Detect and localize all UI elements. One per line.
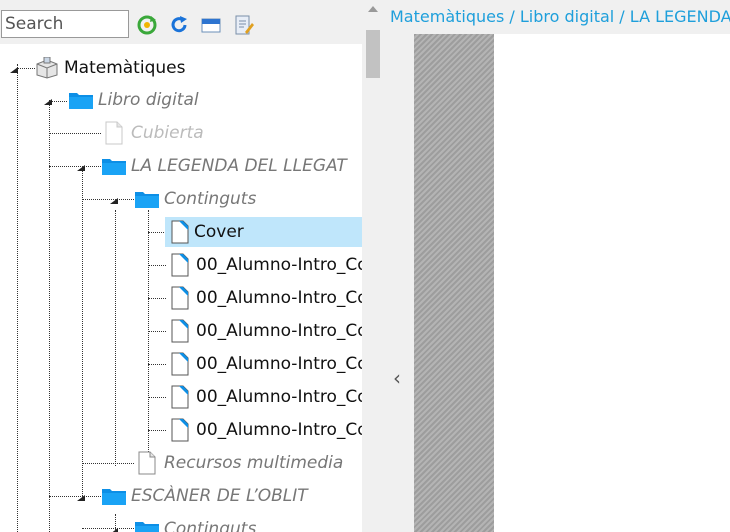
tree-node-document[interactable]: 00_Alumno-Intro_Co	[165, 316, 362, 346]
content-pane: Matemàtiques / Libro digital / LA LEGEND…	[384, 0, 730, 532]
tree-node-continguts[interactable]: Continguts	[0, 184, 362, 214]
tree-node-recursos[interactable]: Recursos multimedia	[0, 448, 362, 478]
tree-node-label: Recursos multimedia	[164, 453, 344, 473]
page-icon	[171, 319, 189, 343]
tree-node-document[interactable]: 00_Alumno-Intro_Co	[165, 349, 362, 379]
page-icon	[171, 220, 189, 244]
tree-node-label: Matemàtiques	[64, 58, 186, 78]
package-icon	[36, 57, 58, 79]
breadcrumb: Matemàtiques / Libro digital / LA LEGEND…	[384, 0, 730, 34]
tree-node-label: Libro digital	[98, 90, 199, 110]
tree-node-legenda[interactable]: LA LEGENDA DEL LLEGAT	[0, 151, 362, 181]
expand-arrow-icon[interactable]	[110, 528, 118, 532]
tree-node-label: 00_Alumno-Intro_Co	[196, 288, 362, 308]
tree-node-escaner[interactable]: ESCÀNER DE L’OBLIT	[0, 481, 362, 511]
page-icon	[171, 286, 189, 310]
vertical-scrollbar[interactable]	[362, 0, 384, 532]
tree-node-libro-digital[interactable]: Libro digital	[0, 85, 362, 115]
page-background-strip	[414, 34, 494, 532]
tree-connector	[148, 210, 149, 466]
folder-icon	[135, 522, 159, 532]
edit-document-icon[interactable]	[232, 14, 254, 36]
collapse-panel-strip[interactable]: ‹	[384, 34, 414, 532]
tree-connector	[115, 210, 116, 466]
scrollbar-thumb[interactable]	[366, 30, 380, 78]
reload-icon[interactable]	[168, 14, 190, 36]
tree-toolbar	[0, 0, 362, 44]
page-icon	[171, 385, 189, 409]
tree-node-label: Cover	[194, 222, 244, 242]
chevron-left-icon[interactable]: ‹	[393, 366, 401, 390]
tree-connector	[148, 331, 166, 332]
tree-node-label: Continguts	[164, 519, 257, 532]
tree-node-label: LA LEGENDA DEL LLEGAT	[131, 156, 347, 176]
folder-icon	[69, 93, 93, 109]
tree-node-label: Cubierta	[131, 123, 204, 143]
refresh-green-icon[interactable]	[136, 14, 158, 36]
window-icon[interactable]	[200, 14, 222, 36]
expand-arrow-icon[interactable]	[44, 99, 52, 105]
tree-node-document[interactable]: 00_Alumno-Intro_Co	[165, 415, 362, 445]
page-icon	[171, 352, 189, 376]
document-viewer	[494, 34, 730, 532]
tree-view: Matemàtiques Libro digital Cubierta LA L…	[0, 44, 362, 532]
expand-arrow-icon[interactable]	[77, 165, 85, 171]
tree-node-label: ESCÀNER DE L’OBLIT	[131, 486, 308, 506]
app-window: Matemàtiques Libro digital Cubierta	[0, 0, 730, 532]
tree-pane: Matemàtiques Libro digital Cubierta	[0, 0, 384, 532]
page-icon	[171, 418, 189, 442]
expand-arrow-icon[interactable]	[10, 67, 18, 73]
tree-node-label: 00_Alumno-Intro_Co	[196, 354, 362, 374]
tree-node-root[interactable]: Matemàtiques	[0, 53, 362, 83]
tree-connector	[148, 265, 166, 266]
tree-connector	[148, 232, 166, 233]
tree-node-label: 00_Alumno-Intro_Co	[196, 255, 362, 275]
page-icon	[171, 253, 189, 277]
tree-connector	[148, 364, 166, 365]
scroll-up-arrow-icon[interactable]	[368, 6, 378, 12]
page-icon	[105, 121, 123, 145]
tree-node-cover[interactable]: Cover	[165, 217, 362, 247]
expand-arrow-icon[interactable]	[110, 198, 118, 204]
tree-node-label: Continguts	[164, 189, 257, 209]
tree-connector	[148, 298, 166, 299]
tree-node-label: 00_Alumno-Intro_Co	[196, 321, 362, 341]
tree-node-cubierta[interactable]: Cubierta	[0, 118, 362, 148]
tree-node-label: 00_Alumno-Intro_Co	[196, 387, 362, 407]
tree-node-label: 00_Alumno-Intro_Co	[196, 420, 362, 440]
tree-node-document[interactable]: 00_Alumno-Intro_Co	[165, 382, 362, 412]
tree-node-document[interactable]: 00_Alumno-Intro_Co	[165, 250, 362, 280]
tree-node-continguts-2[interactable]: Continguts	[0, 514, 362, 532]
page-icon	[138, 451, 156, 475]
folder-icon	[135, 192, 159, 208]
tree-connector	[148, 430, 166, 431]
breadcrumb-path[interactable]: Matemàtiques / Libro digital / LA LEGEND…	[390, 7, 730, 26]
tree-connector	[148, 397, 166, 398]
expand-arrow-icon[interactable]	[77, 495, 85, 501]
folder-icon	[102, 489, 126, 505]
folder-icon	[102, 159, 126, 175]
tree-node-document[interactable]: 00_Alumno-Intro_Co	[165, 283, 362, 313]
search-input[interactable]	[1, 10, 129, 38]
